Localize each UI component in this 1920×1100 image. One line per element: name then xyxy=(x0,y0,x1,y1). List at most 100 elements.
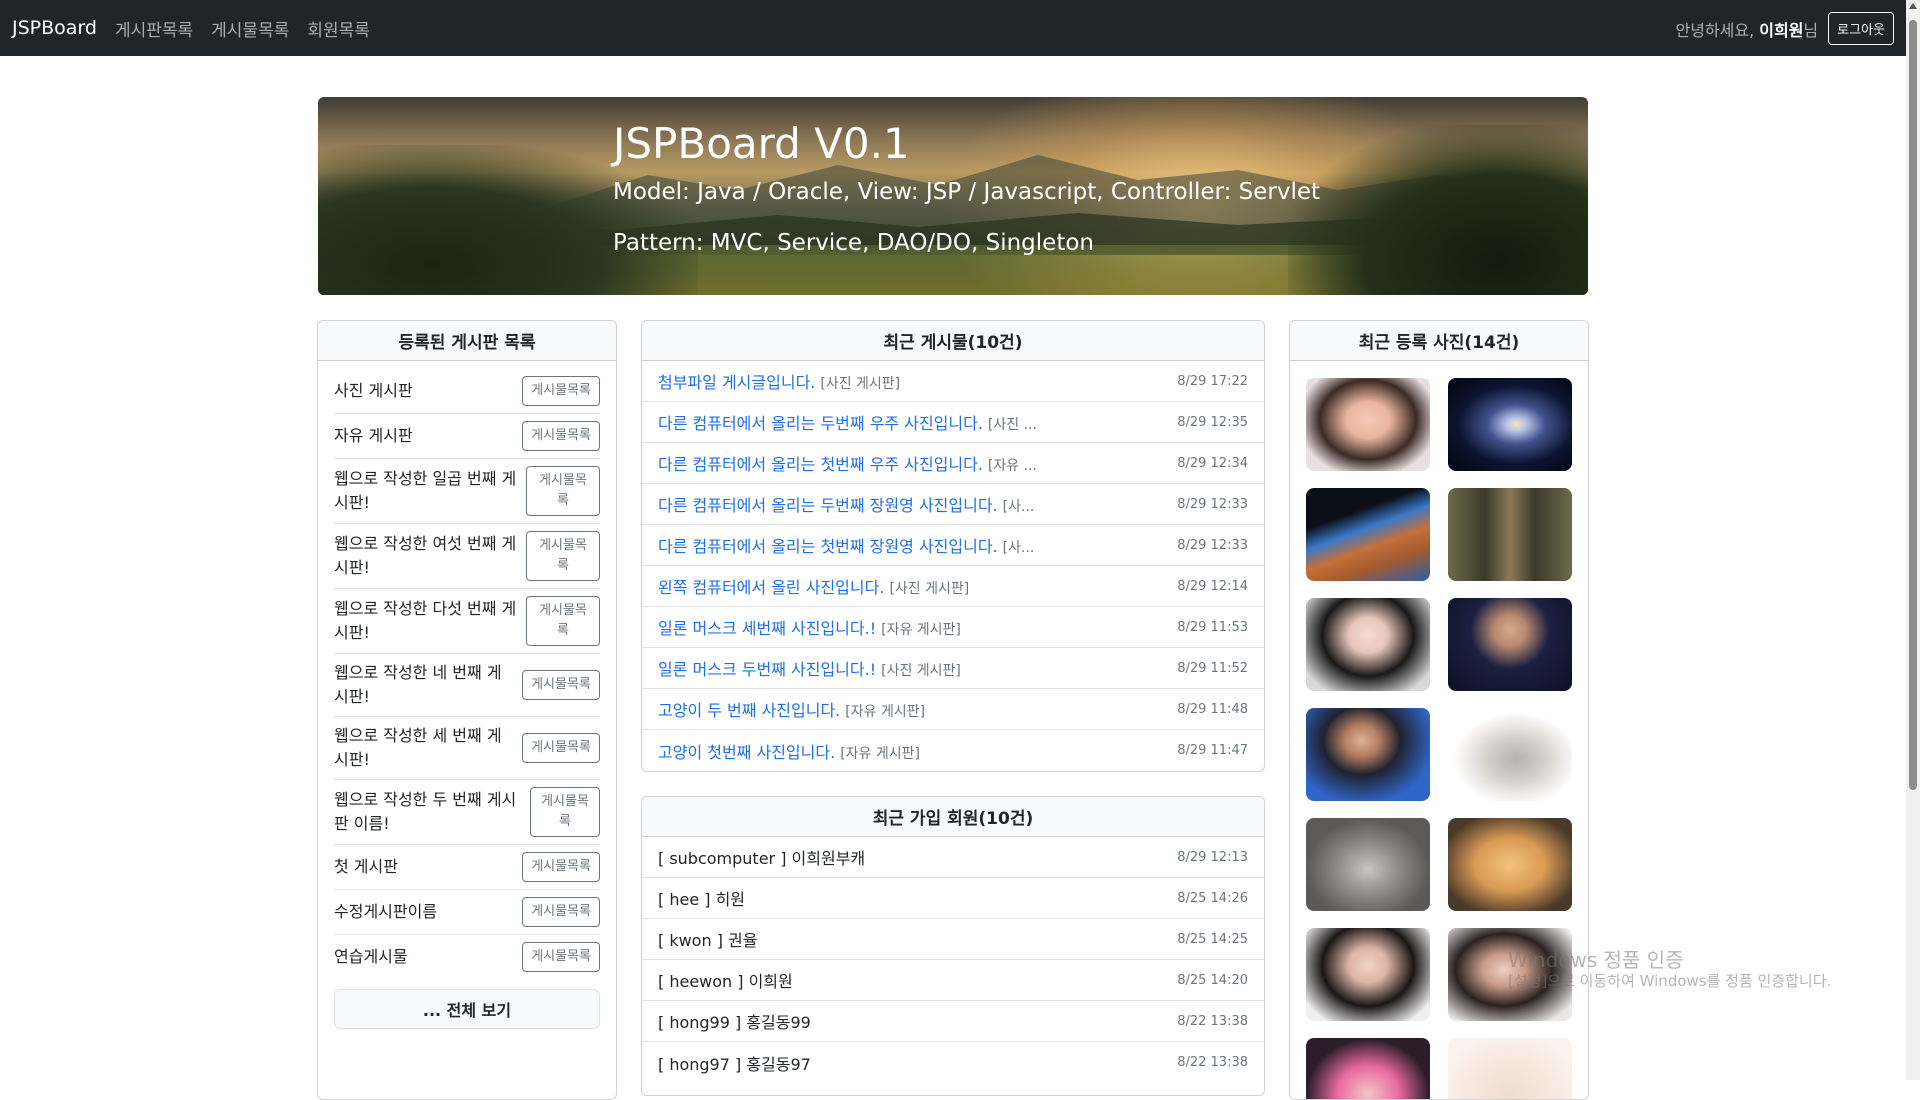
nav-link-members[interactable]: 회원목록 xyxy=(307,16,370,41)
member-id-name: [ hong97 ] 홍길동97 xyxy=(658,1054,811,1074)
post-date: 8/29 12:33 xyxy=(1177,537,1248,553)
logout-button[interactable]: 로그아웃 xyxy=(1828,12,1894,45)
view-all-boards-button[interactable]: ... 전체 보기 xyxy=(334,989,600,1029)
board-posts-button[interactable]: 게시물목록 xyxy=(522,852,600,882)
board-list-item: 웹으로 작성한 세 번째 게시판! 게시물목록 xyxy=(334,717,600,780)
post-title-link[interactable]: 고양이 첫번째 사진입니다. xyxy=(658,739,835,763)
scrollbar-thumb[interactable] xyxy=(1909,20,1917,790)
board-list-item: 연습게시물 게시물목록 xyxy=(334,935,600,979)
member-join-date: 8/22 13:38 xyxy=(1177,1055,1248,1070)
portrait-photo-thumbnail[interactable] xyxy=(1306,1038,1430,1099)
post-title-link[interactable]: 일론 머스크 두번째 사진입니다.! xyxy=(658,656,876,680)
boards-card-header: 등록된 게시판 목록 xyxy=(318,321,616,361)
page-scrollbar[interactable] xyxy=(1906,0,1920,1080)
board-posts-button[interactable]: 게시물목록 xyxy=(522,670,600,700)
post-row: 일론 머스크 두번째 사진입니다.! [사진 게시판] 8/29 11:52 xyxy=(642,648,1264,689)
board-posts-button[interactable]: 게시물목록 xyxy=(522,733,600,763)
member-row: [ kwon ] 권율 8/25 14:25 xyxy=(642,919,1264,960)
kitten-photo-thumbnail[interactable] xyxy=(1448,708,1572,801)
post-board-name: [사진 ... xyxy=(987,417,1037,433)
twins-photo-thumbnail[interactable] xyxy=(1448,488,1572,581)
member-row: [ heewon ] 이희원 8/25 14:20 xyxy=(642,960,1264,1001)
boards-card: 등록된 게시판 목록 사진 게시판 게시물목록 자유 게시판 게시물목록 웹으로… xyxy=(317,320,617,1100)
post-board-name: [사... xyxy=(1002,540,1035,556)
post-board-name: [사진 게시판] xyxy=(881,663,961,679)
member-id-name: [ hong99 ] 홍길동99 xyxy=(658,1013,811,1032)
post-row: 고양이 두 번째 사진입니다. [자유 게시판] 8/29 11:48 xyxy=(642,689,1264,730)
post-title-link[interactable]: 일론 머스크 세번째 사진입니다.! xyxy=(658,615,876,639)
board-list-item: 첫 게시판 게시물목록 xyxy=(334,845,600,890)
portrait-photo-thumbnail[interactable] xyxy=(1306,928,1430,1021)
scroll-up-arrow-icon[interactable] xyxy=(1909,3,1917,9)
portrait-photo-thumbnail[interactable] xyxy=(1306,598,1430,691)
board-list-item: 자유 게시판 게시물목록 xyxy=(334,414,600,459)
board-name: 웹으로 작성한 다섯 번째 게시판! xyxy=(334,599,517,642)
post-date: 8/29 11:52 xyxy=(1177,660,1248,676)
user-area: 안녕하세요, 이희원님 로그아웃 xyxy=(1675,12,1894,45)
board-list-item: 웹으로 작성한 두 번째 게시판 이름! 게시물목록 xyxy=(334,780,600,845)
elon-musk-photo-thumbnail[interactable] xyxy=(1448,598,1572,691)
member-row: [ hee ] 히원 8/25 14:26 xyxy=(642,878,1264,919)
post-row: 다른 컴퓨터에서 올리는 두번째 우주 사진입니다. [사진 ... 8/29 1… xyxy=(642,402,1264,443)
nav-link-boards[interactable]: 게시판목록 xyxy=(115,16,193,41)
post-title-link[interactable]: 고양이 두 번째 사진입니다. xyxy=(658,697,840,721)
pomeranian-photo-thumbnail[interactable] xyxy=(1448,818,1572,911)
recent-photos-header: 최근 등록 사진(14건) xyxy=(1290,321,1588,361)
post-row: 왼쪽 컴퓨터에서 올린 사진입니다. [사진 게시판] 8/29 12:14 xyxy=(642,566,1264,607)
post-board-name: [자유 게시판] xyxy=(840,745,920,762)
member-row: [ subcomputer ] 이희원부캐 8/29 12:13 xyxy=(642,837,1264,878)
board-name: 사진 게시판 xyxy=(334,381,413,400)
post-title-link[interactable]: 다른 컴퓨터에서 올리는 첫번째 장원영 사진입니다. xyxy=(658,533,998,557)
nav-link-posts[interactable]: 게시물목록 xyxy=(211,16,289,41)
board-list-item: 웹으로 작성한 여섯 번째 게시판! 게시물목록 xyxy=(334,524,600,589)
recent-members-header: 최근 가입 회원(10건) xyxy=(642,797,1264,837)
post-title-link[interactable]: 첨부파일 게시글입니다. xyxy=(658,369,815,393)
post-title-link[interactable]: 다른 컴퓨터에서 올리는 첫번째 우주 사진입니다. xyxy=(658,451,983,475)
board-name: 자유 게시판 xyxy=(334,426,413,445)
post-date: 8/29 11:53 xyxy=(1177,619,1248,635)
hero-title: JSPBoard V0.1 xyxy=(613,119,910,168)
board-posts-button[interactable]: 게시물목록 xyxy=(522,421,600,451)
post-board-name: [사진 게시판] xyxy=(820,376,901,392)
windows-activation-text: [설정]으로 이동하여 Windows를 정품 인증합니다. xyxy=(1508,972,1832,990)
post-row: 다른 컴퓨터에서 올리는 두번째 장원영 사진입니다. [사... 8/29 12… xyxy=(642,484,1264,525)
member-id-name: [ subcomputer ] 이희원부캐 xyxy=(658,849,866,868)
portrait-photo-thumbnail[interactable] xyxy=(1306,378,1430,471)
board-posts-button[interactable]: 게시물목록 xyxy=(530,787,600,837)
board-name: 웹으로 작성한 일곱 번째 게시판! xyxy=(334,469,517,512)
board-posts-button[interactable]: 게시물목록 xyxy=(526,531,600,581)
user-name: 이희원 xyxy=(1759,20,1804,40)
earth-photo-thumbnail[interactable] xyxy=(1306,488,1430,581)
brand-link[interactable]: JSPBoard xyxy=(12,17,97,39)
post-board-name: [사... xyxy=(1002,499,1035,515)
top-navbar: JSPBoard 게시판목록 게시물목록 회원목록 안녕하세요, 이희원님 로그… xyxy=(0,0,1906,56)
member-join-date: 8/25 14:25 xyxy=(1177,931,1248,947)
board-name: 웹으로 작성한 여섯 번째 게시판! xyxy=(334,534,517,577)
post-title-link[interactable]: 다른 컴퓨터에서 올리는 두번째 우주 사진입니다. xyxy=(658,410,983,434)
post-title-link[interactable]: 왼쪽 컴퓨터에서 올린 사진입니다. xyxy=(658,574,884,598)
hero-line-model: Model: Java / Oracle, View: JSP / Javasc… xyxy=(613,179,1321,205)
greeting-text: 안녕하세요, 이희원님 xyxy=(1675,20,1819,40)
board-posts-button[interactable]: 게시물목록 xyxy=(522,376,600,406)
kitten-photo-thumbnail[interactable] xyxy=(1306,818,1430,911)
board-posts-button[interactable]: 게시물목록 xyxy=(526,466,600,516)
board-name: 웹으로 작성한 두 번째 게시판 이름! xyxy=(334,790,517,833)
post-date: 8/29 11:47 xyxy=(1177,743,1248,758)
hero-line-pattern: Pattern: MVC, Service, DAO/DO, Singleton xyxy=(613,230,1094,256)
board-name: 첫 게시판 xyxy=(334,857,398,876)
member-row: [ hong99 ] 홍길동99 8/22 13:38 xyxy=(642,1001,1264,1042)
member-id-name: [ heewon ] 이희원 xyxy=(658,972,793,991)
portrait-photo-thumbnail[interactable] xyxy=(1448,1038,1572,1099)
post-title-link[interactable]: 다른 컴퓨터에서 올리는 두번째 장원영 사진입니다. xyxy=(658,492,998,516)
board-posts-button[interactable]: 게시물목록 xyxy=(522,897,600,927)
elon-musk-photo-thumbnail[interactable] xyxy=(1306,708,1430,801)
board-posts-button[interactable]: 게시물목록 xyxy=(522,942,600,972)
post-date: 8/29 12:33 xyxy=(1177,496,1248,512)
post-date: 8/29 12:34 xyxy=(1177,455,1248,471)
post-date: 8/29 17:22 xyxy=(1177,373,1248,389)
post-board-name: [자유 게시판] xyxy=(881,622,961,638)
recent-posts-header: 최근 게시물(10건) xyxy=(642,321,1264,361)
recent-members-card: 최근 가입 회원(10건) [ subcomputer ] 이희원부캐 8/29… xyxy=(641,796,1265,1096)
board-posts-button[interactable]: 게시물목록 xyxy=(526,596,600,646)
galaxy-photo-thumbnail[interactable] xyxy=(1448,378,1572,471)
